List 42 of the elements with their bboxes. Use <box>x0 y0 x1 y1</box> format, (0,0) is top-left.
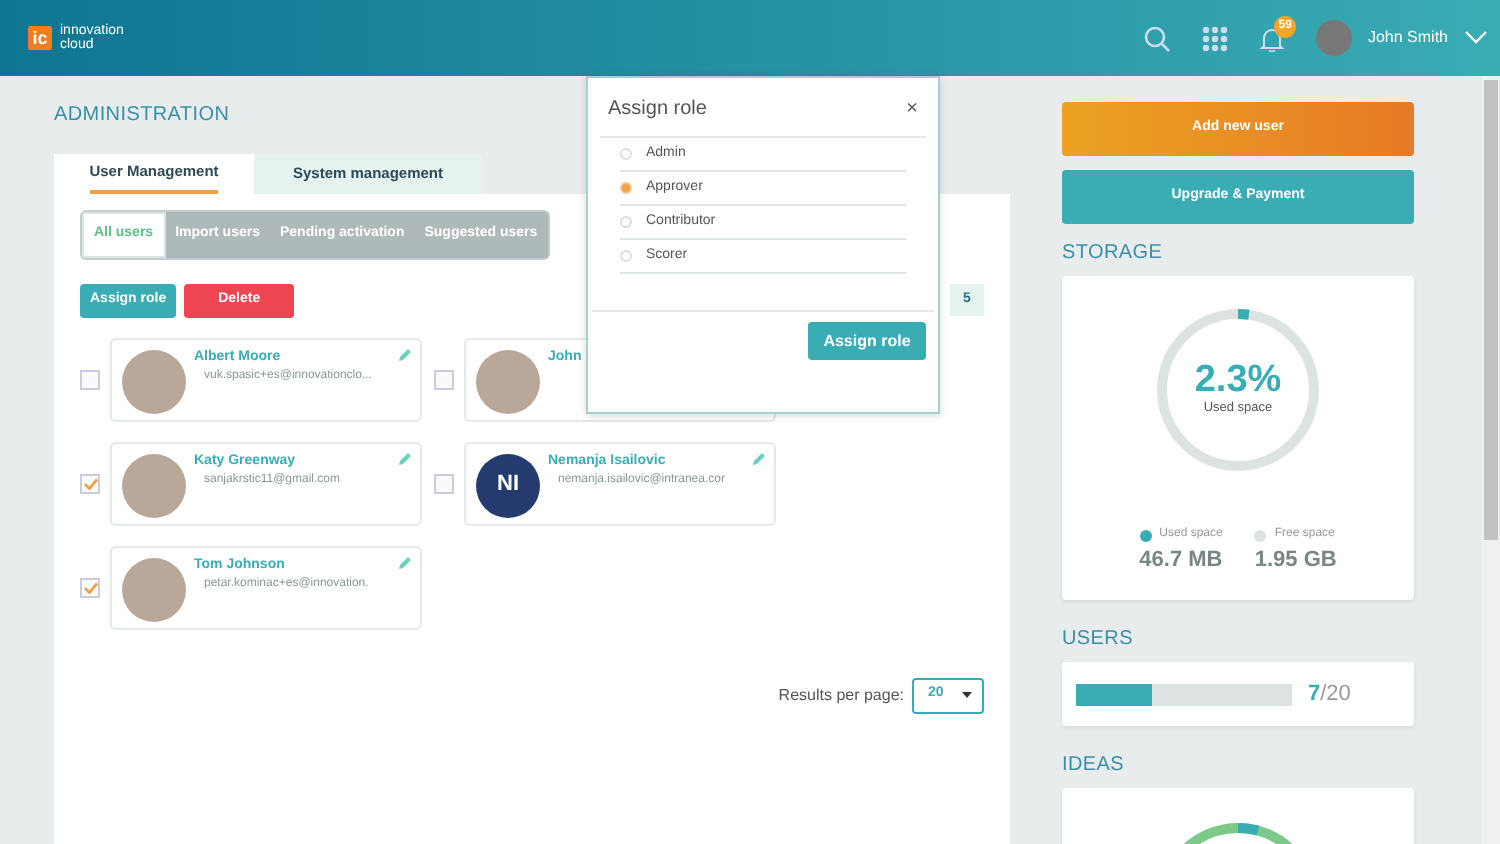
checkbox[interactable] <box>434 369 454 389</box>
checkmark-icon <box>83 581 97 593</box>
page-title: ADMINISTRATION <box>54 102 230 130</box>
apps-grid-icon[interactable] <box>1201 25 1228 51</box>
pencil-icon[interactable] <box>752 451 766 465</box>
checkbox[interactable] <box>80 577 100 597</box>
scrollbar[interactable] <box>1482 76 1500 844</box>
bell-icon[interactable] <box>1259 25 1284 51</box>
radio-button[interactable] <box>620 216 632 228</box>
assign-role-button[interactable]: Assign role <box>808 322 926 360</box>
pencil-icon[interactable] <box>398 451 412 465</box>
usage-percent: 2.3% <box>1194 361 1282 400</box>
dialog-title: Assign role <box>608 96 707 124</box>
photo-placeholder <box>122 349 186 413</box>
legend-value: 46.7 MB <box>1139 546 1223 576</box>
radio-button[interactable] <box>620 148 632 160</box>
results-per-page-label: Results per page: <box>778 683 904 707</box>
checkbox[interactable] <box>80 369 100 389</box>
logo-mark: ic <box>28 26 52 50</box>
photo-placeholder <box>122 557 186 621</box>
checkbox[interactable] <box>434 473 454 493</box>
caret-down-icon <box>962 692 972 698</box>
section-title: IDEAS <box>1062 752 1127 780</box>
pencil-icon[interactable] <box>398 347 412 361</box>
section-title: STORAGE <box>1062 240 1165 268</box>
radio-button[interactable] <box>620 182 632 194</box>
checkmark-icon <box>83 477 97 489</box>
radio-button[interactable] <box>620 250 632 262</box>
chevron-down-icon[interactable] <box>1464 30 1488 46</box>
pencil-icon[interactable] <box>398 555 412 569</box>
initials-avatar: NI <box>476 453 540 517</box>
checkbox[interactable] <box>80 473 100 493</box>
photo-placeholder <box>122 453 186 517</box>
user-name[interactable]: John Smith <box>1367 26 1448 50</box>
users-count: 7 <box>1308 679 1321 710</box>
section-title: USERS <box>1062 626 1135 654</box>
photo-placeholder <box>476 349 540 413</box>
close-button[interactable]: × <box>906 94 918 124</box>
users-limit: /20 <box>1320 679 1351 710</box>
avatar[interactable] <box>1315 20 1352 56</box>
search-icon[interactable] <box>1143 25 1170 51</box>
legend-value: 1.95 GB <box>1254 546 1337 576</box>
